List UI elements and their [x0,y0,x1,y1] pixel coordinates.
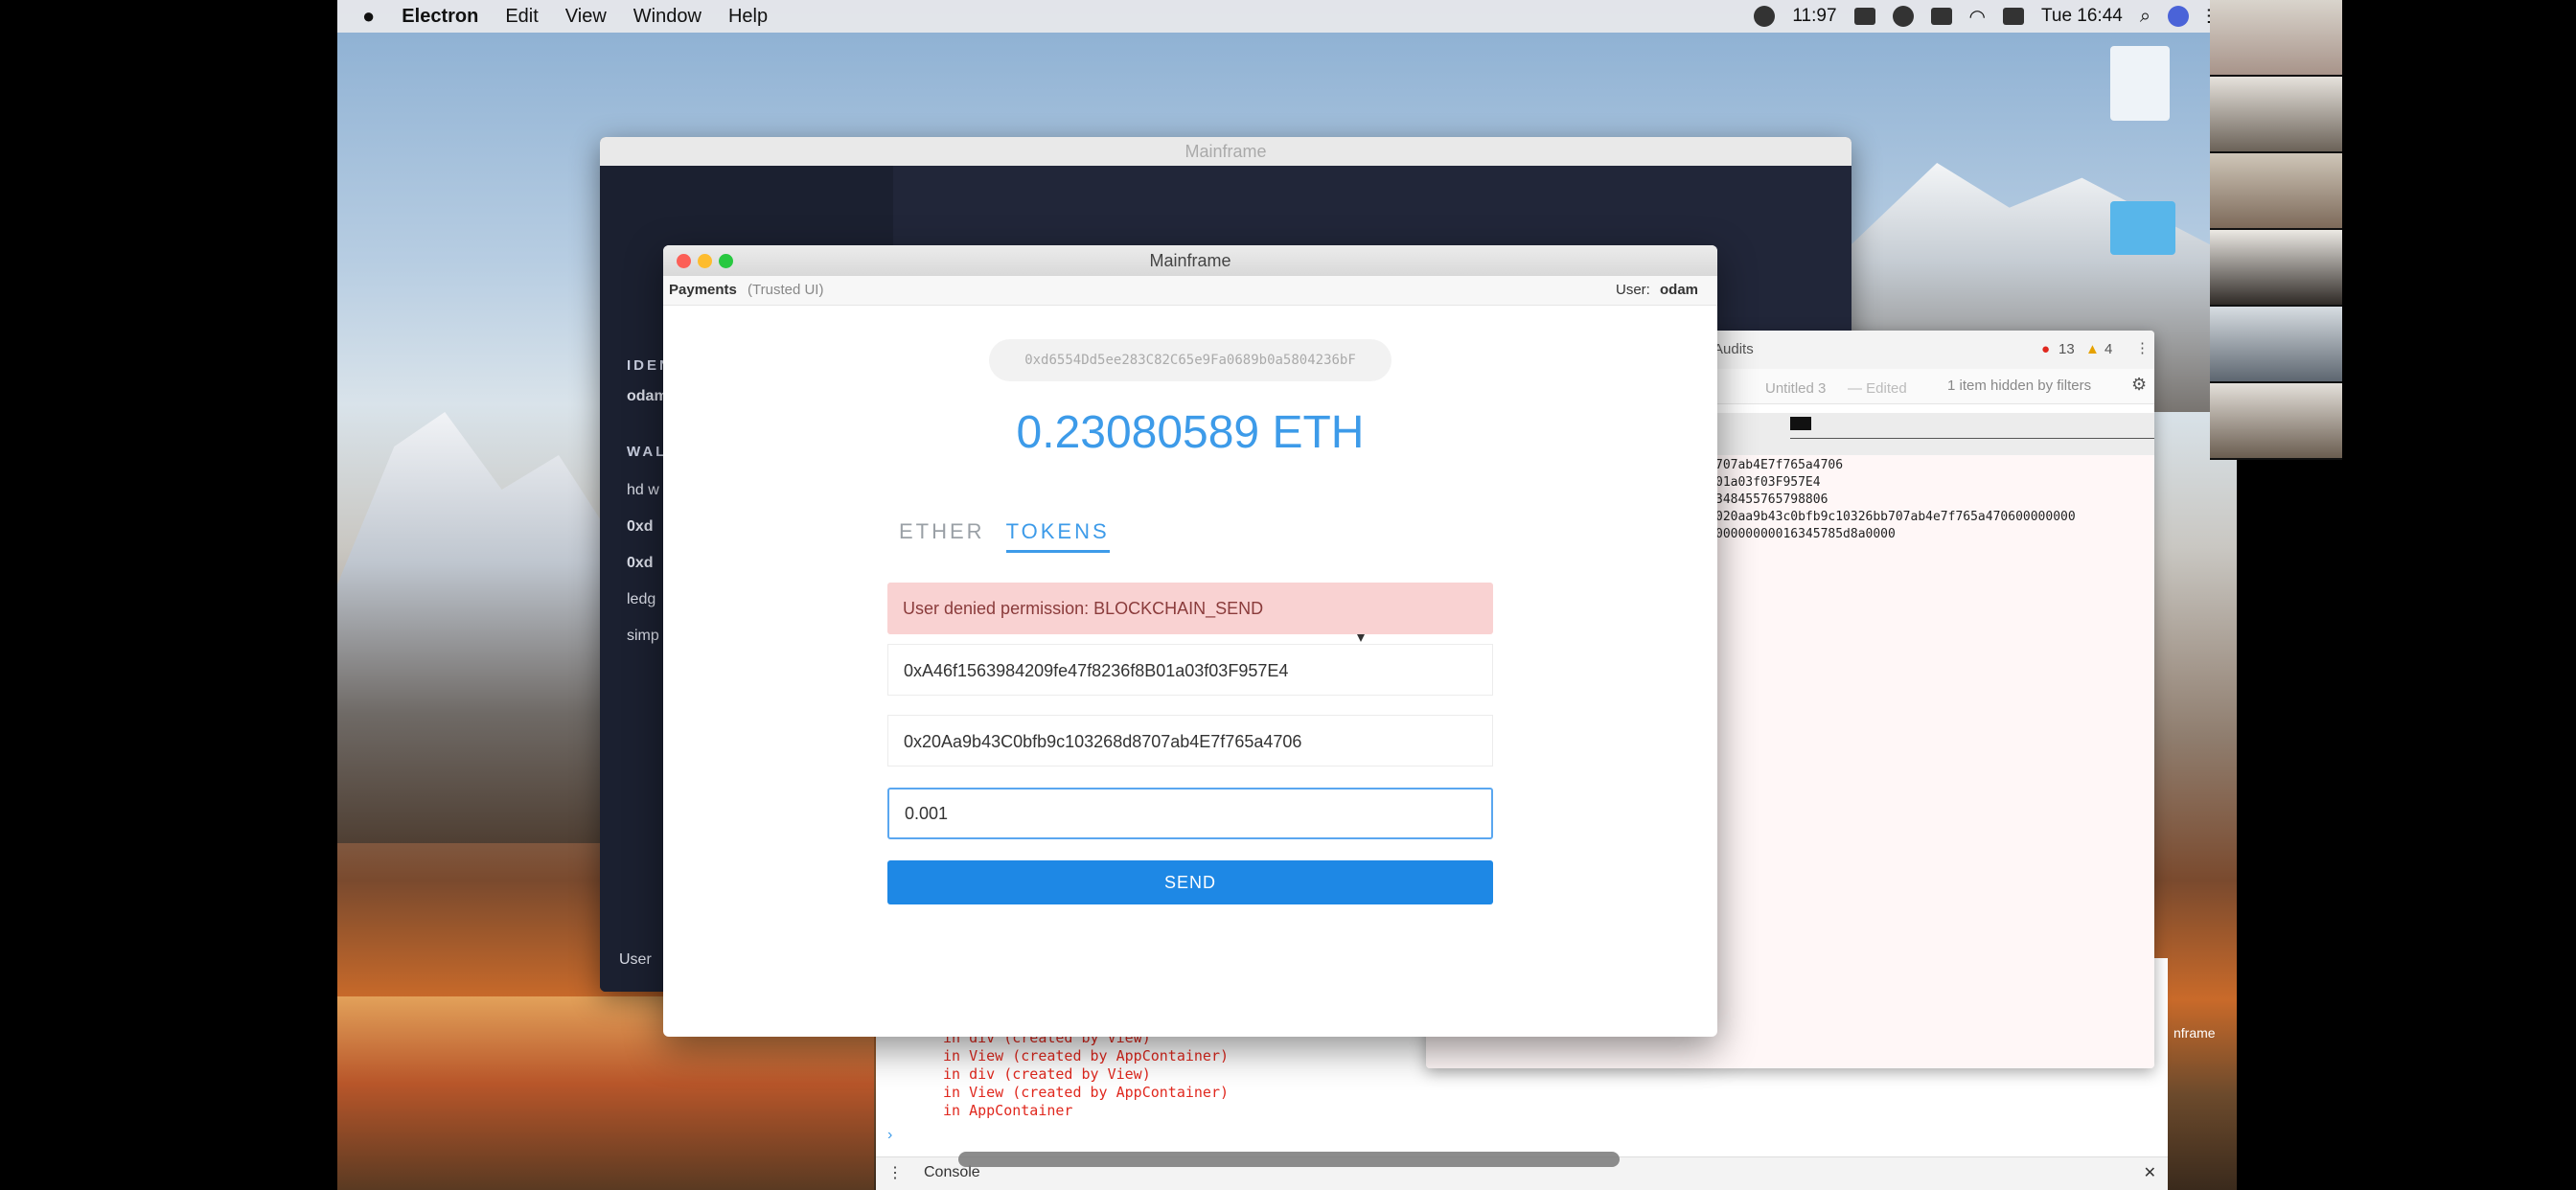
payments-label: Payments [669,282,737,298]
user-label: User: [1616,282,1650,298]
devtools-menu-icon[interactable]: ⋮ [2135,339,2150,356]
wallet-item[interactable]: 0xd [627,555,654,572]
spotlight-search-icon[interactable]: ⌕ [2140,6,2150,28]
wifi-icon[interactable]: ◠ [1969,5,1986,29]
tab-tokens[interactable]: TOKENS [1005,519,1110,553]
video-participant-tile[interactable] [2210,307,2342,383]
menu-clock[interactable]: Tue 16:44 [2041,6,2123,27]
balance-display: 0.23080589 ETH [1016,407,1365,458]
maximize-window-icon[interactable] [719,254,733,268]
battery-icon[interactable] [2002,8,2024,25]
menu-help[interactable]: Help [728,6,768,28]
editor-line: 707ab4E7f765a4706 [1715,458,1844,472]
settings-gear-icon[interactable]: ⚙ [2131,375,2147,395]
error-count-icon[interactable]: ● [2041,341,2050,357]
ruler-line [1790,438,2154,439]
error-count[interactable]: 13 [2058,341,2075,357]
payments-window: Mainframe Payments (Trusted UI) User: od… [663,245,1717,1037]
hidden-items-note: 1 item hidden by filters [1947,378,2092,394]
user-footer: User [619,951,652,968]
trusted-ui-label: (Trusted UI) [748,282,824,298]
editor-line: 01a03f03F957E4 [1715,475,1821,490]
console-line: in View (created by AppContainer) [943,1084,1230,1101]
mouse-cursor-icon [1357,634,1365,642]
close-window-icon[interactable] [677,254,691,268]
text-color-swatch[interactable] [1790,417,1811,430]
warning-count-icon[interactable]: ▲ [2085,341,2100,357]
apple-menu-icon[interactable]: ● [362,4,375,29]
minimize-window-icon[interactable] [698,254,712,268]
amount-input[interactable]: 0.001 [887,788,1493,839]
currency-tabs: ETHER TOKENS [899,519,1110,553]
wallet-address-pill[interactable]: 0xd6554Dd5ee283C82C65e9Fa0689b0a5804236b… [989,339,1392,381]
battery-time[interactable]: 11:97 [1792,6,1836,27]
user-name: odam [1660,282,1699,298]
trusted-ui-header: Payments (Trusted UI) User: odam [663,276,1717,306]
warning-count[interactable]: 4 [2104,341,2112,357]
menu-window[interactable]: Window [633,6,702,28]
settings-status-icon[interactable] [1892,6,1914,27]
permission-error-alert: User denied permission: BLOCKCHAIN_SEND [887,583,1493,634]
wallet-item[interactable]: ledg [627,591,656,608]
video-participant-tile[interactable] [2210,77,2342,153]
wallet-item[interactable]: simp [627,628,659,645]
video-participant-tile[interactable] [2210,153,2342,230]
siri-icon[interactable] [2168,6,2190,27]
video-participant-tile[interactable] [2210,230,2342,307]
video-participant-tile[interactable] [2210,0,2342,77]
desktop-document-icon[interactable] [2110,46,2170,121]
editor-line: 348455765798806 [1715,492,1828,507]
status-menu-icon[interactable] [1754,6,1776,27]
horizontal-scrollbar[interactable] [958,1152,1620,1167]
console-line: in AppContainer [943,1102,1073,1119]
video-participant-tile[interactable] [2210,383,2342,460]
console-prompt-icon[interactable]: › [887,1127,892,1144]
desktop-folder-icon[interactable] [2110,201,2175,255]
dropbox-icon[interactable] [1853,8,1875,25]
editor-line: 020aa9b43c0bfb9c10326bb707ab4e7f765a4706… [1715,510,2076,524]
window-title: Mainframe [1149,251,1231,270]
macos-menu-bar: ● Electron Edit View Window Help 11:97 ◠… [337,0,2237,33]
wallets-heading: WAL [627,444,668,460]
drawer-menu-icon[interactable]: ⋮ [887,1163,903,1182]
identity-item[interactable]: odam [627,388,668,405]
document-title: Untitled 3 [1765,380,1827,397]
airplay-icon[interactable] [1930,8,1952,25]
menu-view[interactable]: View [565,6,607,28]
wallet-item[interactable]: hd w [627,482,659,499]
editor-line: 00000000016345785d8a0000 [1715,527,1896,541]
wallet-item[interactable]: 0xd [627,518,654,536]
desktop-item-label: nframe [2174,1025,2216,1041]
to-address-field[interactable]: 0x20Aa9b43C0bfb9c103268d8707ab4E7f765a47… [887,715,1493,767]
close-drawer-icon[interactable]: ✕ [2144,1163,2156,1182]
from-address-field[interactable]: 0xA46f1563984209fe47f8236f8B01a03f03F957… [887,644,1493,696]
video-call-strip [2210,0,2342,460]
menu-edit[interactable]: Edit [505,6,538,28]
tab-ether[interactable]: ETHER [899,519,985,553]
window-titlebar[interactable]: Mainframe [663,245,1717,277]
app-menu[interactable]: Electron [402,6,478,28]
send-button[interactable]: SEND [887,860,1493,904]
audits-tab[interactable]: Audits [1714,341,1754,357]
background-window-title[interactable]: Mainframe [600,137,1852,166]
document-state: — Edited [1848,380,1907,397]
